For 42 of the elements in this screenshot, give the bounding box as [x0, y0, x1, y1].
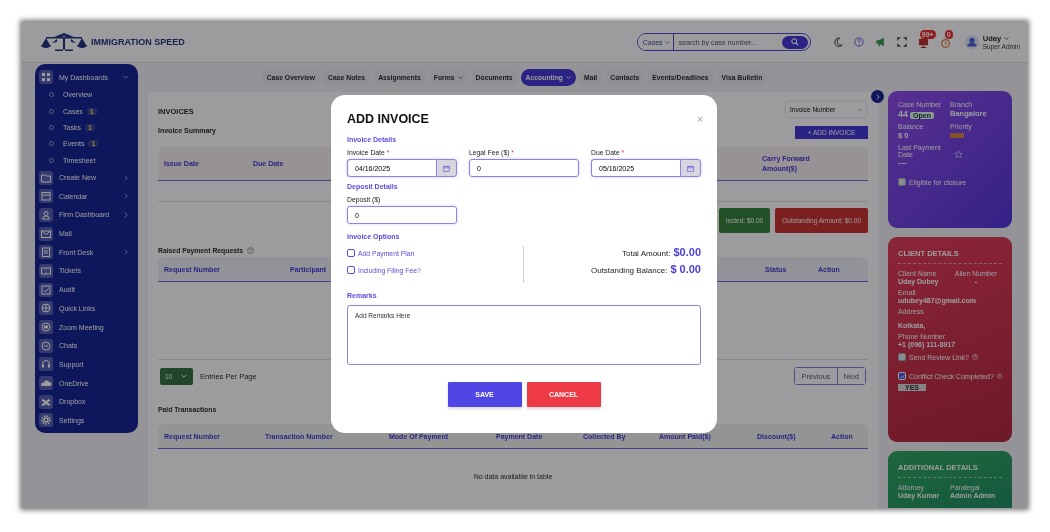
scales-logo-icon — [40, 32, 88, 52]
checkbox[interactable] — [898, 178, 906, 186]
search-icon — [790, 38, 799, 46]
calendar-icon — [443, 164, 450, 172]
caret-icon — [181, 373, 188, 379]
collapse-button[interactable] — [871, 90, 884, 103]
case-number: 44 — [898, 109, 908, 119]
caret-icon — [874, 93, 881, 100]
logo-text: IMMIGRATION SPEED — [91, 37, 185, 47]
calendar-icon — [687, 164, 694, 172]
caret-icon — [1004, 36, 1010, 41]
megaphone-icon[interactable] — [874, 37, 886, 47]
clipboard-icon — [39, 245, 53, 260]
fullscreen-icon[interactable] — [896, 37, 907, 47]
search-button[interactable] — [781, 35, 808, 49]
star-icon[interactable] — [954, 150, 963, 159]
modal-title: ADD INVOICE — [347, 112, 429, 126]
calendar-icon — [39, 189, 53, 204]
caret-icon — [664, 39, 670, 45]
checkbox[interactable] — [898, 353, 906, 361]
checklist-icon — [39, 282, 53, 297]
priority-badge — [950, 133, 964, 138]
help-icon — [996, 373, 1002, 379]
globe-icon — [39, 301, 53, 316]
avatar-icon — [964, 35, 979, 49]
help-icon[interactable] — [853, 37, 864, 47]
moon-icon[interactable] — [832, 37, 843, 47]
help-icon — [971, 354, 978, 360]
checkbox[interactable] — [347, 266, 355, 274]
monitor-icon[interactable] — [917, 36, 929, 48]
calendar-button[interactable] — [436, 159, 457, 177]
calendar-button[interactable] — [680, 159, 701, 177]
video-icon — [39, 320, 53, 334]
gear-icon — [39, 413, 53, 428]
total-value: $ 0.00 — [670, 263, 701, 275]
total-label: Outstanding Balance: — [590, 266, 668, 275]
alarm-clock-icon[interactable] — [939, 36, 951, 48]
total-value: $0.00 — [673, 246, 701, 258]
check-icon — [899, 373, 905, 379]
help-icon — [247, 246, 254, 254]
total-label: Total Amount: — [622, 249, 671, 258]
checkbox[interactable] — [347, 249, 355, 257]
